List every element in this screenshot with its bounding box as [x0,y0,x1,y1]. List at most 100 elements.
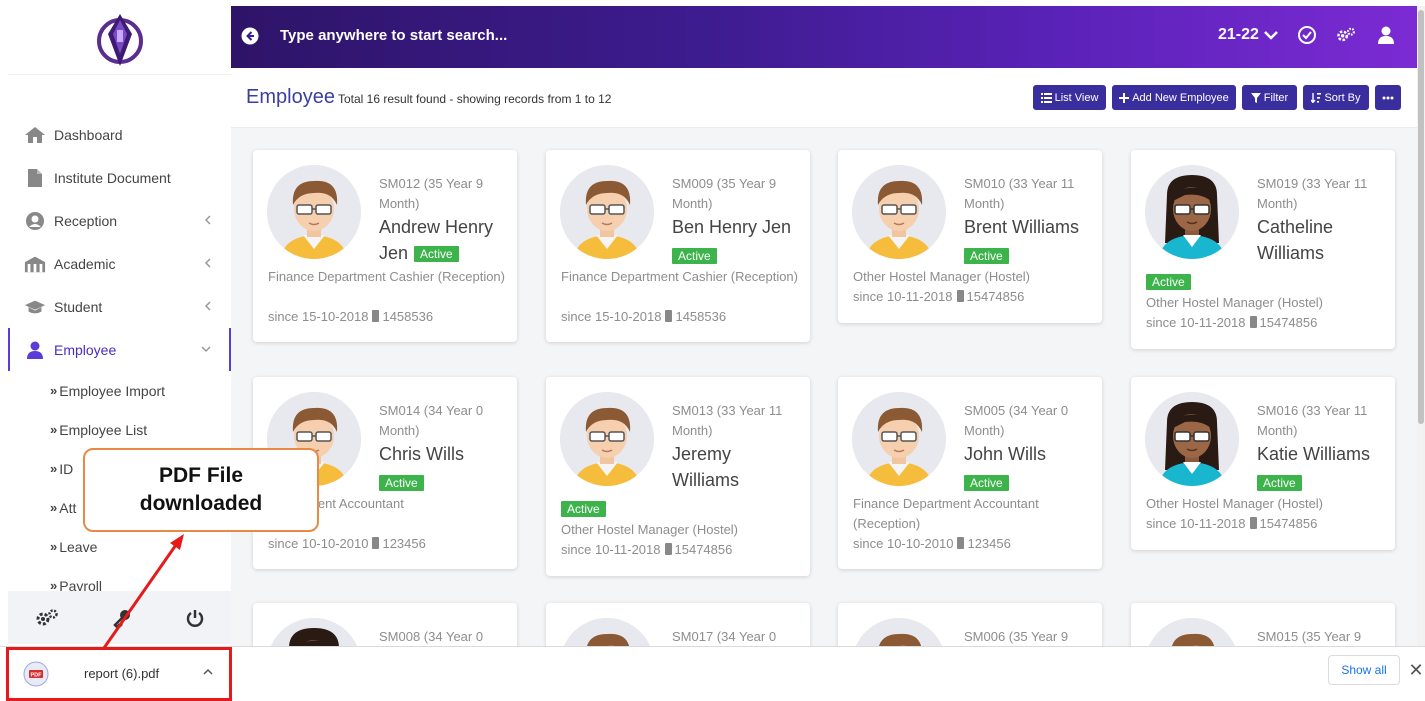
sidebar-subitem-leave[interactable]: » Leave [8,527,231,566]
employee-code: SM010 (33 Year 11 Month) [964,176,1075,211]
sidebar-subitem-employee-import[interactable]: » Employee Import [8,371,231,410]
employee-name-line2[interactable]: Williams [672,467,739,493]
status-badge: Active [379,475,424,491]
employee-since: since 15-10-2018 1458536 [561,307,726,327]
employee-department-text: Other Hostel Manager (Hostel) [1146,496,1324,511]
employee-name[interactable]: Andrew Henry [379,214,493,240]
sort-by-button[interactable]: Sort By [1303,85,1369,110]
employee-icon [24,340,46,360]
double-chevron-right-icon: » [50,461,57,476]
employee-department: Other Hostel Manager (Hostel) [853,267,1093,287]
filter-label: Filter [1263,91,1289,104]
employee-avatar [267,165,361,259]
employee-card[interactable]: SM019 (33 Year 11 Month) Catheline William… [1131,150,1395,349]
list-view-label: List View [1054,91,1099,104]
employee-department-text: Other Hostel Manager (Hostel) [853,269,1031,284]
employee-card[interactable]: SM013 (33 Year 11 Month) Jeremy Williams Ac… [546,377,810,576]
phone-icon [1249,316,1257,328]
employee-department: Finance Department Cashier (Reception) [561,267,801,287]
chevron-left-icon [204,301,211,311]
sidebar-item-student[interactable]: Student [8,285,231,328]
employee-avatar [1145,618,1239,646]
academic-year-select[interactable]: 21-22 [1218,26,1279,44]
employee-since-date: since 10-11-2018 [1146,516,1246,531]
employee-card[interactable]: SM012 (35 Year 9 Month) Andrew Henry Jen Ac… [253,150,517,342]
sidebar-footer [8,591,231,644]
chevron-up-icon[interactable] [202,667,214,677]
employee-card[interactable]: SM015 (35 Year 9 [1131,603,1395,646]
employee-phone: 15474856 [674,542,733,557]
employee-card[interactable]: SM016 (33 Year 11 Month) Katie Williams Ac… [1131,377,1395,550]
employee-card[interactable]: SM017 (34 Year 0 [546,603,810,646]
employee-department-text: Finance Department Accountant (Reception… [853,496,1039,531]
phone-icon [957,537,965,549]
employee-name[interactable]: Katie Williams [1257,441,1370,467]
employee-name-line2-text: Williams [672,470,739,490]
employee-avatar [852,392,946,486]
employee-card[interactable]: SM009 (35 Year 9 Month) Ben Henry Jen Acti… [546,150,810,342]
academic-year-value: 21-22 [1218,26,1259,43]
user-icon[interactable] [1376,25,1396,45]
sidebar-subitem-label: Employee List [59,421,148,438]
employee-code: SM017 (34 Year 0 [672,629,777,644]
employee-name-line2-text: Jen [379,243,409,263]
employee-since-date: since 10-11-2018 [561,542,661,557]
employee-name[interactable]: Brent Williams [964,214,1079,240]
employee-since: since 15-10-2018 1458536 [268,307,433,327]
global-search[interactable]: Type anywhere to start search... [280,27,507,44]
sidebar-item-academic[interactable]: Academic [8,242,231,285]
employee-code: SM006 (35 Year 9 [964,629,1069,644]
sidebar-item-dashboard[interactable]: Dashboard [8,113,231,156]
settings-icon[interactable] [35,608,59,628]
key-icon[interactable] [112,608,132,628]
employee-department: Other Hostel Manager (Hostel) [561,520,801,540]
filter-icon [1250,92,1261,103]
employee-name-line2[interactable]: Williams [1257,240,1324,266]
list-view-button[interactable]: List View [1033,85,1106,110]
employee-name[interactable]: John Wills [964,441,1046,467]
employee-phone: 15474856 [1259,516,1318,531]
employee-card[interactable]: SM010 (33 Year 11 Month) Brent Williams Ac… [838,150,1102,323]
employee-phone: 15474856 [966,289,1025,304]
logo-icon[interactable] [94,10,146,68]
employee-code: SM014 (34 Year 0 Month) [379,403,484,438]
download-item[interactable]: PDF report (6).pdf [6,647,232,701]
logo-divider [8,74,231,75]
chevron-down-icon [201,346,211,353]
employee-name-line2[interactable]: Jen Active [379,240,459,266]
settings-icon[interactable] [1336,25,1356,45]
power-icon[interactable] [185,608,205,628]
double-chevron-right-icon: » [50,422,57,437]
employee-name-line2-text: Williams [1257,243,1324,263]
more-options-button[interactable] [1375,85,1401,110]
sidebar-item-reception[interactable]: Reception [8,199,231,242]
close-download-bar-icon[interactable]: ✕ [1408,660,1424,681]
scrollbar-thumb[interactable] [1418,10,1424,424]
user-circle-icon [24,211,46,231]
employee-name[interactable]: Ben Henry Jen [672,214,791,240]
sidebar-item-label: Reception [54,212,118,229]
employee-card[interactable]: SM005 (34 Year 0 Month) John Wills Active F… [838,377,1102,569]
employee-since: since 10-11-2018 15474856 [561,540,732,560]
employee-card[interactable]: SM006 (35 Year 9 [838,603,1102,646]
back-arrow-icon[interactable] [241,27,259,45]
page-scrollbar[interactable] [1417,6,1425,646]
employee-avatar [852,618,946,646]
employee-name[interactable]: Jeremy [672,441,731,467]
employee-code: SM009 (35 Year 9 Month) [672,176,777,211]
sidebar-subitem-employee-list[interactable]: » Employee List [8,410,231,449]
content-header: Employee Total 16 result found - showing… [231,68,1417,128]
employee-name[interactable]: Catheline [1257,214,1333,240]
check-circle-icon[interactable] [1297,25,1317,45]
employee-card[interactable]: SM008 (34 Year 0 [253,603,517,646]
employee-department-text: Other Hostel Manager (Hostel) [561,522,739,537]
add-new-employee-button[interactable]: Add New Employee [1112,85,1236,110]
employee-grid: SM012 (35 Year 9 Month) Andrew Henry Jen Ac… [231,128,1417,646]
sidebar-subitem-label: Employee Import [59,382,166,399]
employee-name[interactable]: Chris Wills [379,441,464,467]
show-all-downloads-button[interactable]: Show all [1328,655,1400,685]
filter-button[interactable]: Filter [1242,85,1297,110]
employee-since: since 10-10-2010 123456 [268,534,426,554]
sidebar-item-employee[interactable]: Employee [8,328,231,371]
sidebar-item-institute-document[interactable]: Institute Document [8,156,231,199]
